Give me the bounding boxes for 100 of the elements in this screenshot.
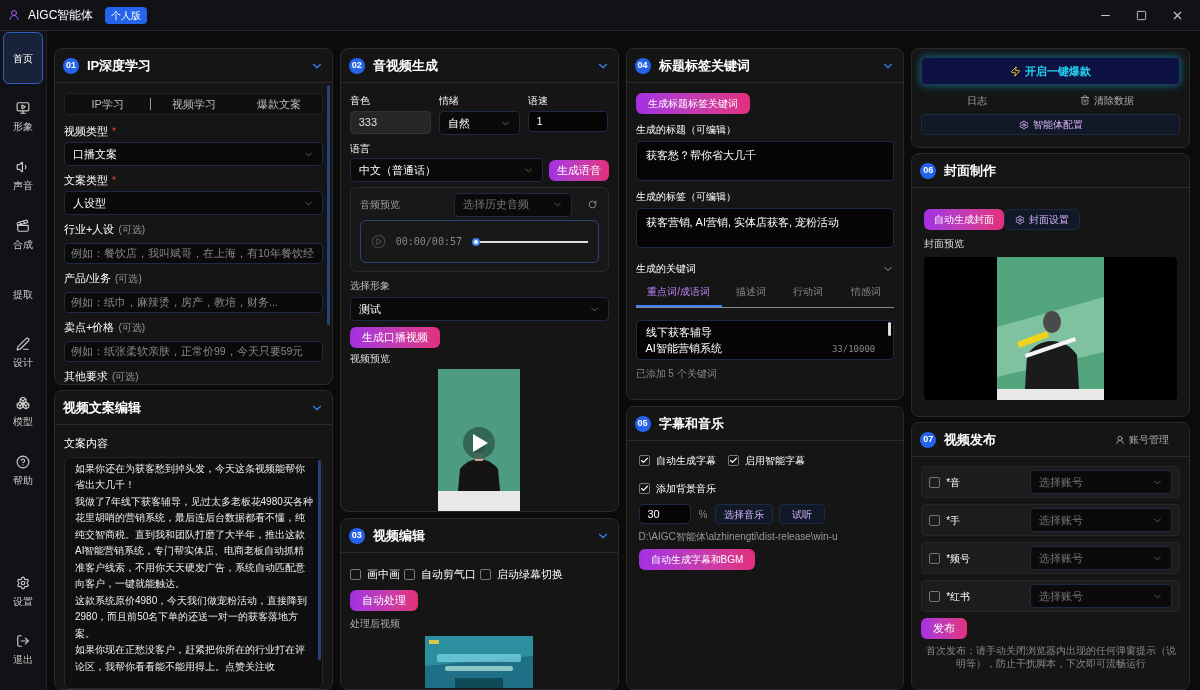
keyword-line: 线下获客辅导 [645, 326, 712, 338]
subtitles-bgm-button[interactable]: 自动生成字幕和BGM [638, 549, 756, 570]
checkbox[interactable] [929, 552, 941, 564]
scrollbar[interactable] [317, 459, 321, 660]
unit-label: % [698, 507, 708, 522]
select-field[interactable]: 中文（普通话） [349, 158, 543, 182]
keyword-line: AI智能营销系统 [645, 342, 722, 354]
script-textarea[interactable] [64, 456, 323, 689]
checkbox[interactable] [349, 568, 361, 580]
select-field[interactable]: 选择账号 [1030, 546, 1172, 570]
publish-button[interactable]: 发布 [921, 618, 968, 639]
field-label: 行业+人设 [64, 221, 115, 237]
text-area[interactable]: 获客营销, AI营销, 实体店获客, 宠粉活动 [635, 208, 895, 248]
text-area[interactable]: 获客愁？帮你省大几千 [635, 141, 895, 181]
field-label: 生成的标签（可编辑） [635, 190, 737, 204]
step-number: 05 [634, 415, 651, 432]
keyword-tab[interactable]: 行动词 [779, 284, 837, 307]
field-label: 视频类型 [64, 123, 108, 139]
cover-settings-button[interactable]: 封面设置 [1004, 209, 1081, 230]
panel-title: 字幕和音乐 [658, 414, 724, 433]
sidebar-icon [16, 336, 30, 351]
checkbox[interactable] [929, 476, 941, 488]
select-field[interactable]: 口播文案 [64, 142, 323, 166]
sidebar-item[interactable]: 首页 [3, 32, 43, 84]
select-field[interactable]: 选择账号 [1030, 508, 1172, 532]
checkbox[interactable] [403, 568, 415, 580]
checkbox[interactable] [638, 455, 650, 466]
keyword-tab[interactable]: 描述词 [721, 284, 780, 307]
sidebar-item[interactable]: 帮助 [3, 445, 43, 497]
select-field[interactable]: 选择历史音频 [453, 192, 572, 217]
input-field[interactable]: 例如：纸张柔软亲肤，正常价99，今天只要59元 [64, 340, 323, 362]
scrollbar[interactable] [326, 85, 330, 325]
field-label: 生成的关键词 [635, 262, 696, 276]
launch-button[interactable]: 开启一键爆款 [921, 57, 1180, 85]
platform-label: *频号 [946, 551, 972, 566]
input-field[interactable]: 例如：餐饮店，我叫斌哥，在上海，有10年餐饮经 [64, 242, 323, 264]
lightning-icon [1010, 65, 1022, 77]
keywords-textarea[interactable]: 线下获客辅导 AI智能营销系统 33/10000 [635, 320, 895, 360]
tab[interactable]: 视频学习 [151, 95, 237, 113]
option-label: 自动剪气口 [420, 567, 476, 582]
auto-process-button[interactable]: 自动处理 [349, 589, 418, 611]
select-field[interactable]: 选择账号 [1030, 584, 1172, 608]
sidebar-icon [16, 454, 30, 469]
user-icon [1115, 434, 1125, 445]
refresh-icon[interactable] [587, 200, 597, 209]
generate-voice-button[interactable]: 生成语音 [548, 159, 609, 181]
volume-field[interactable]: 30 [638, 504, 691, 524]
keyword-tab[interactable]: 重点词/成语词 [635, 284, 722, 307]
generate-titles-button[interactable]: 生成标题标签关键词 [635, 93, 750, 114]
field-label: 处理后视频 [349, 616, 401, 631]
settings-icon [1015, 214, 1026, 225]
tab[interactable]: IP学习 [65, 95, 151, 113]
auto-cover-button[interactable]: 自动生成封面 [924, 209, 1005, 230]
select-music-button[interactable]: 选择音乐 [715, 504, 774, 524]
script-paragraph: 如果你还在为获客愁到掉头发，今天这条视频能帮你省出大几千！ [75, 461, 306, 492]
keyword-count: 已添加 5 个关键词 [635, 367, 718, 381]
generate-video-button[interactable]: 生成口播视频 [349, 327, 440, 348]
speed-field[interactable]: 1 [527, 111, 609, 132]
step-number: 02 [348, 57, 365, 74]
step-number: 04 [634, 57, 651, 74]
sidebar-item[interactable]: 提取 [3, 268, 43, 320]
sidebar-item[interactable]: 设计 [3, 327, 43, 379]
field-label: 生成的标题（可编辑） [635, 123, 737, 137]
audio-player[interactable]: 00:00/00:57 [359, 220, 599, 263]
checkbox[interactable] [479, 568, 491, 580]
account-manage-link[interactable]: 账号管理 [1115, 432, 1169, 447]
tab[interactable]: 爆款文案 [236, 95, 322, 113]
sidebar-item[interactable]: 声音 [3, 150, 43, 202]
checkbox[interactable] [929, 514, 941, 526]
sidebar-item[interactable]: 设置 [3, 566, 43, 618]
checkbox[interactable] [638, 483, 650, 494]
input-field[interactable]: 例如：纸巾，麻辣烫，房产，教培，财务... [64, 291, 323, 313]
maximize-icon[interactable] [1136, 9, 1147, 21]
log-link[interactable]: 日志 [967, 92, 988, 108]
select-field[interactable]: 选择账号 [1030, 470, 1172, 494]
optional-hint: (可选) [118, 222, 146, 237]
option-label: 自动生成字幕 [655, 454, 716, 468]
field-label: 情绪 [438, 94, 460, 108]
optional-hint: (可选) [115, 271, 142, 286]
sidebar-item[interactable]: 退出 [3, 624, 43, 676]
select-field[interactable]: 人设型 [64, 191, 323, 215]
scrollbar[interactable] [888, 322, 892, 336]
listen-button[interactable]: 试听 [779, 504, 826, 524]
app-logo-icon [8, 9, 20, 21]
panel-title: 视频发布 [944, 430, 997, 449]
checkbox[interactable] [727, 455, 739, 466]
sidebar-item[interactable]: 模型 [3, 386, 43, 438]
keyword-tab[interactable]: 情感词 [836, 284, 895, 307]
select-field[interactable]: 自然 [438, 111, 520, 135]
agent-config-button[interactable]: 智能体配置 [921, 114, 1180, 135]
sidebar-item[interactable]: 合成 [3, 209, 43, 261]
option-label: 画中画 [366, 567, 400, 582]
field-label: 音色 [349, 94, 371, 108]
voice-field[interactable]: 333 [349, 111, 431, 134]
clear-data-button[interactable]: 清除数据 [1079, 92, 1134, 108]
sidebar-item[interactable]: 形象 [3, 91, 43, 143]
checkbox[interactable] [929, 590, 941, 602]
sidebar-icon [16, 218, 30, 233]
select-field[interactable]: 测试 [349, 297, 609, 321]
slider-thumb[interactable] [472, 237, 480, 246]
